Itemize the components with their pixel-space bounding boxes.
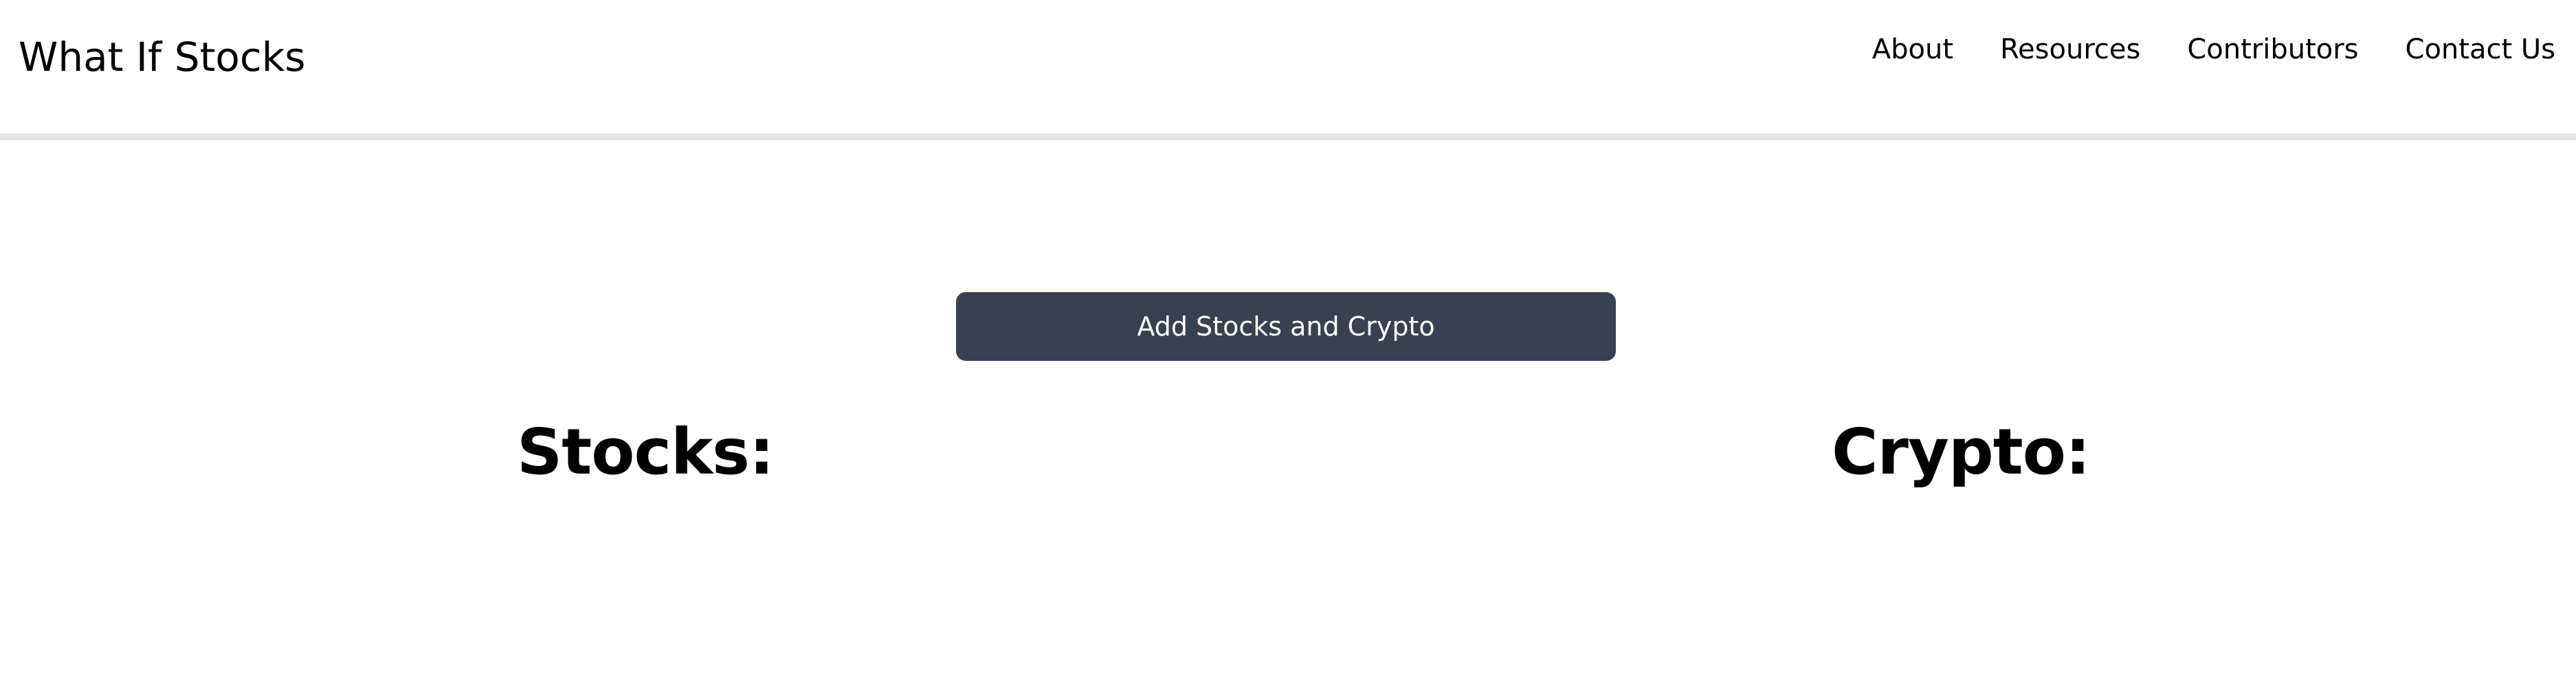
nav-link-resources[interactable]: Resources: [2000, 29, 2140, 70]
nav-link-about[interactable]: About: [1872, 29, 1953, 70]
crypto-heading: Crypto:: [1832, 415, 2091, 489]
site-title[interactable]: What If Stocks: [19, 32, 306, 82]
nav-link-contact-us[interactable]: Contact Us: [2406, 29, 2555, 70]
stocks-heading: Stocks:: [517, 415, 775, 489]
add-stocks-crypto-button[interactable]: Add Stocks and Crypto: [956, 292, 1616, 361]
navbar: What If Stocks About Resources Contribut…: [0, 0, 2576, 140]
nav-link-contributors[interactable]: Contributors: [2187, 29, 2358, 70]
nav-links: About Resources Contributors Contact Us: [1872, 29, 2555, 70]
